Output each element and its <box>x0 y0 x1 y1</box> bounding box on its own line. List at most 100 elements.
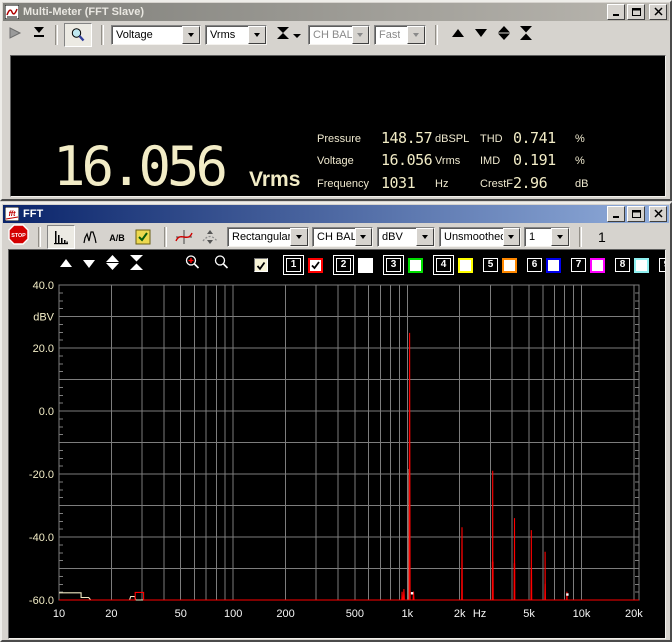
desktop: { "multimeter_window": { "title": "Multi… <box>0 0 672 642</box>
collapse-icon[interactable] <box>276 26 290 45</box>
meter-type-combo[interactable]: Voltage <box>111 25 201 45</box>
dropdown-arrow-icon[interactable] <box>293 26 301 44</box>
reading-unit: dBSPL <box>435 133 470 145</box>
fft-smoothing-combo[interactable]: Unsmoothed <box>439 227 521 247</box>
stop-button[interactable]: STOP <box>8 224 29 250</box>
reading-unit: dB <box>575 178 589 190</box>
trace-2-cream <box>59 468 639 601</box>
reading-label: Voltage <box>317 155 354 167</box>
multimeter-app-icon <box>4 4 20 20</box>
combo-arrow <box>407 26 425 44</box>
fft-title: FFT <box>23 208 44 220</box>
x-axis-label: 10k <box>573 608 591 620</box>
x-axis-label: 2k <box>454 608 466 620</box>
smooth-icon <box>202 230 218 244</box>
combo-arrow[interactable] <box>551 228 569 246</box>
toolbar-separator <box>38 227 41 247</box>
reading-value: 1031 <box>381 174 416 192</box>
multimeter-titlebar[interactable]: Multi-Meter (FFT Slave) <box>3 3 669 21</box>
reading-label: CrestF <box>480 178 513 190</box>
expand-icon[interactable] <box>497 25 511 45</box>
trace-marker-dot <box>566 593 569 596</box>
multimeter-title: Multi-Meter (FFT Slave) <box>23 6 145 18</box>
svg-text:fft: fft <box>9 211 17 218</box>
autoscale-icon[interactable] <box>519 25 533 45</box>
y-axis-label: dBV <box>33 312 54 324</box>
reading-value: 0.741 <box>513 129 556 147</box>
trace-marker-dot <box>410 592 414 595</box>
y-axis-label: -40.0 <box>29 532 54 544</box>
fft-plot-panel: 123456789 40.0dBV20.00.0-20.0-40.0-60.01… <box>8 249 666 639</box>
toolbar-separator <box>579 227 582 247</box>
fft-window: fft FFT STOP A/B Rectangular CH BAL dBV … <box>0 202 672 642</box>
scale-up-icon[interactable] <box>451 26 465 44</box>
combo-arrow <box>351 26 369 44</box>
y-axis-label: -60.0 <box>29 595 54 607</box>
combo-arrow[interactable] <box>248 26 266 44</box>
fft-average-combo[interactable]: 1 <box>524 227 570 247</box>
compare-ab-button[interactable]: A/B <box>105 226 129 248</box>
fft-channel-combo[interactable]: CH BAL <box>312 227 373 247</box>
reading-row: Voltage 16.056 Vrms IMD 0.191 % <box>317 151 661 170</box>
fft-window-combo[interactable]: Rectangular <box>227 227 309 247</box>
ab-icon: A/B <box>109 233 125 243</box>
toolbar-separator <box>55 25 58 45</box>
spectrum-view-button[interactable] <box>47 225 75 249</box>
multimeter-window: Multi-Meter (FFT Slave) Voltage Vrms CH … <box>0 0 672 201</box>
combo-arrow[interactable] <box>502 228 520 246</box>
combo-arrow[interactable] <box>354 228 372 246</box>
fft-unit-combo[interactable]: dBV <box>377 227 435 247</box>
toolbar-separator <box>164 227 167 247</box>
minimize-button[interactable] <box>607 4 625 20</box>
x-axis-label: 500 <box>346 608 364 620</box>
reading-label: Frequency <box>317 178 369 190</box>
meter-unit-combo[interactable]: Vrms <box>205 25 267 45</box>
x-axis-label: 1k <box>401 608 413 620</box>
combo-arrow[interactable] <box>290 228 308 246</box>
x-axis-label: 50 <box>175 608 187 620</box>
y-axis-label: -20.0 <box>29 469 54 481</box>
svg-text:STOP: STOP <box>11 233 26 239</box>
reading-value: 148.57 <box>381 129 433 147</box>
reading-value: 0.191 <box>513 151 556 169</box>
zoom-toggle-button[interactable] <box>64 23 92 47</box>
meter-speed-combo: Fast <box>374 25 426 45</box>
combo-arrow[interactable] <box>416 228 434 246</box>
phase-display-button[interactable] <box>172 226 196 248</box>
spectrum-icon <box>54 231 68 245</box>
processing-settings-button[interactable] <box>131 226 155 248</box>
toolbar-separator <box>101 25 104 45</box>
x-axis-label: Hz <box>473 608 486 620</box>
reading-value: 16.056 <box>381 151 433 169</box>
fft-plot[interactable]: 40.0 dBV 20.0 0.0 -20.0 -40.0 -60.010 20 50 100 20… <box>9 250 665 638</box>
multimeter-display: 16.056 Vrms Pressure 148.57 dBSPL THD 0.… <box>10 55 666 197</box>
reading-unit: Vrms <box>435 155 461 167</box>
roll-to-bottom-icon[interactable] <box>32 26 46 44</box>
x-axis-label: 20k <box>625 608 643 620</box>
scale-down-icon[interactable] <box>474 26 488 44</box>
reading-label: THD <box>480 133 503 145</box>
multimeter-toolbar: Voltage Vrms CH BAL Fast <box>2 22 670 48</box>
x-axis-label: 100 <box>224 608 242 620</box>
fft-titlebar[interactable]: fft FFT <box>3 205 669 223</box>
reading-value: 2.96 <box>513 174 548 192</box>
y-axis-label: 40.0 <box>33 280 54 292</box>
reading-unit: Hz <box>435 178 449 190</box>
y-axis-label: 20.0 <box>33 343 54 355</box>
minimize-button[interactable] <box>607 206 625 222</box>
maximize-button[interactable] <box>627 206 645 222</box>
maximize-button[interactable] <box>627 4 645 20</box>
y-axis-label: 0.0 <box>39 406 54 418</box>
smoothing-button[interactable] <box>198 226 222 248</box>
fft-toolbar: STOP A/B Rectangular CH BAL dBV Unsmooth… <box>2 224 670 250</box>
trace-1-red <box>59 332 639 601</box>
combo-arrow[interactable] <box>182 26 200 44</box>
close-button[interactable] <box>649 4 667 20</box>
reading-unit: % <box>575 155 585 167</box>
peaks-icon <box>83 231 97 244</box>
peak-hold-button[interactable] <box>79 226 103 248</box>
x-axis-label: 200 <box>276 608 294 620</box>
frame-count-label: 1 <box>598 229 606 245</box>
run-icon[interactable] <box>8 26 22 45</box>
close-button[interactable] <box>649 206 667 222</box>
